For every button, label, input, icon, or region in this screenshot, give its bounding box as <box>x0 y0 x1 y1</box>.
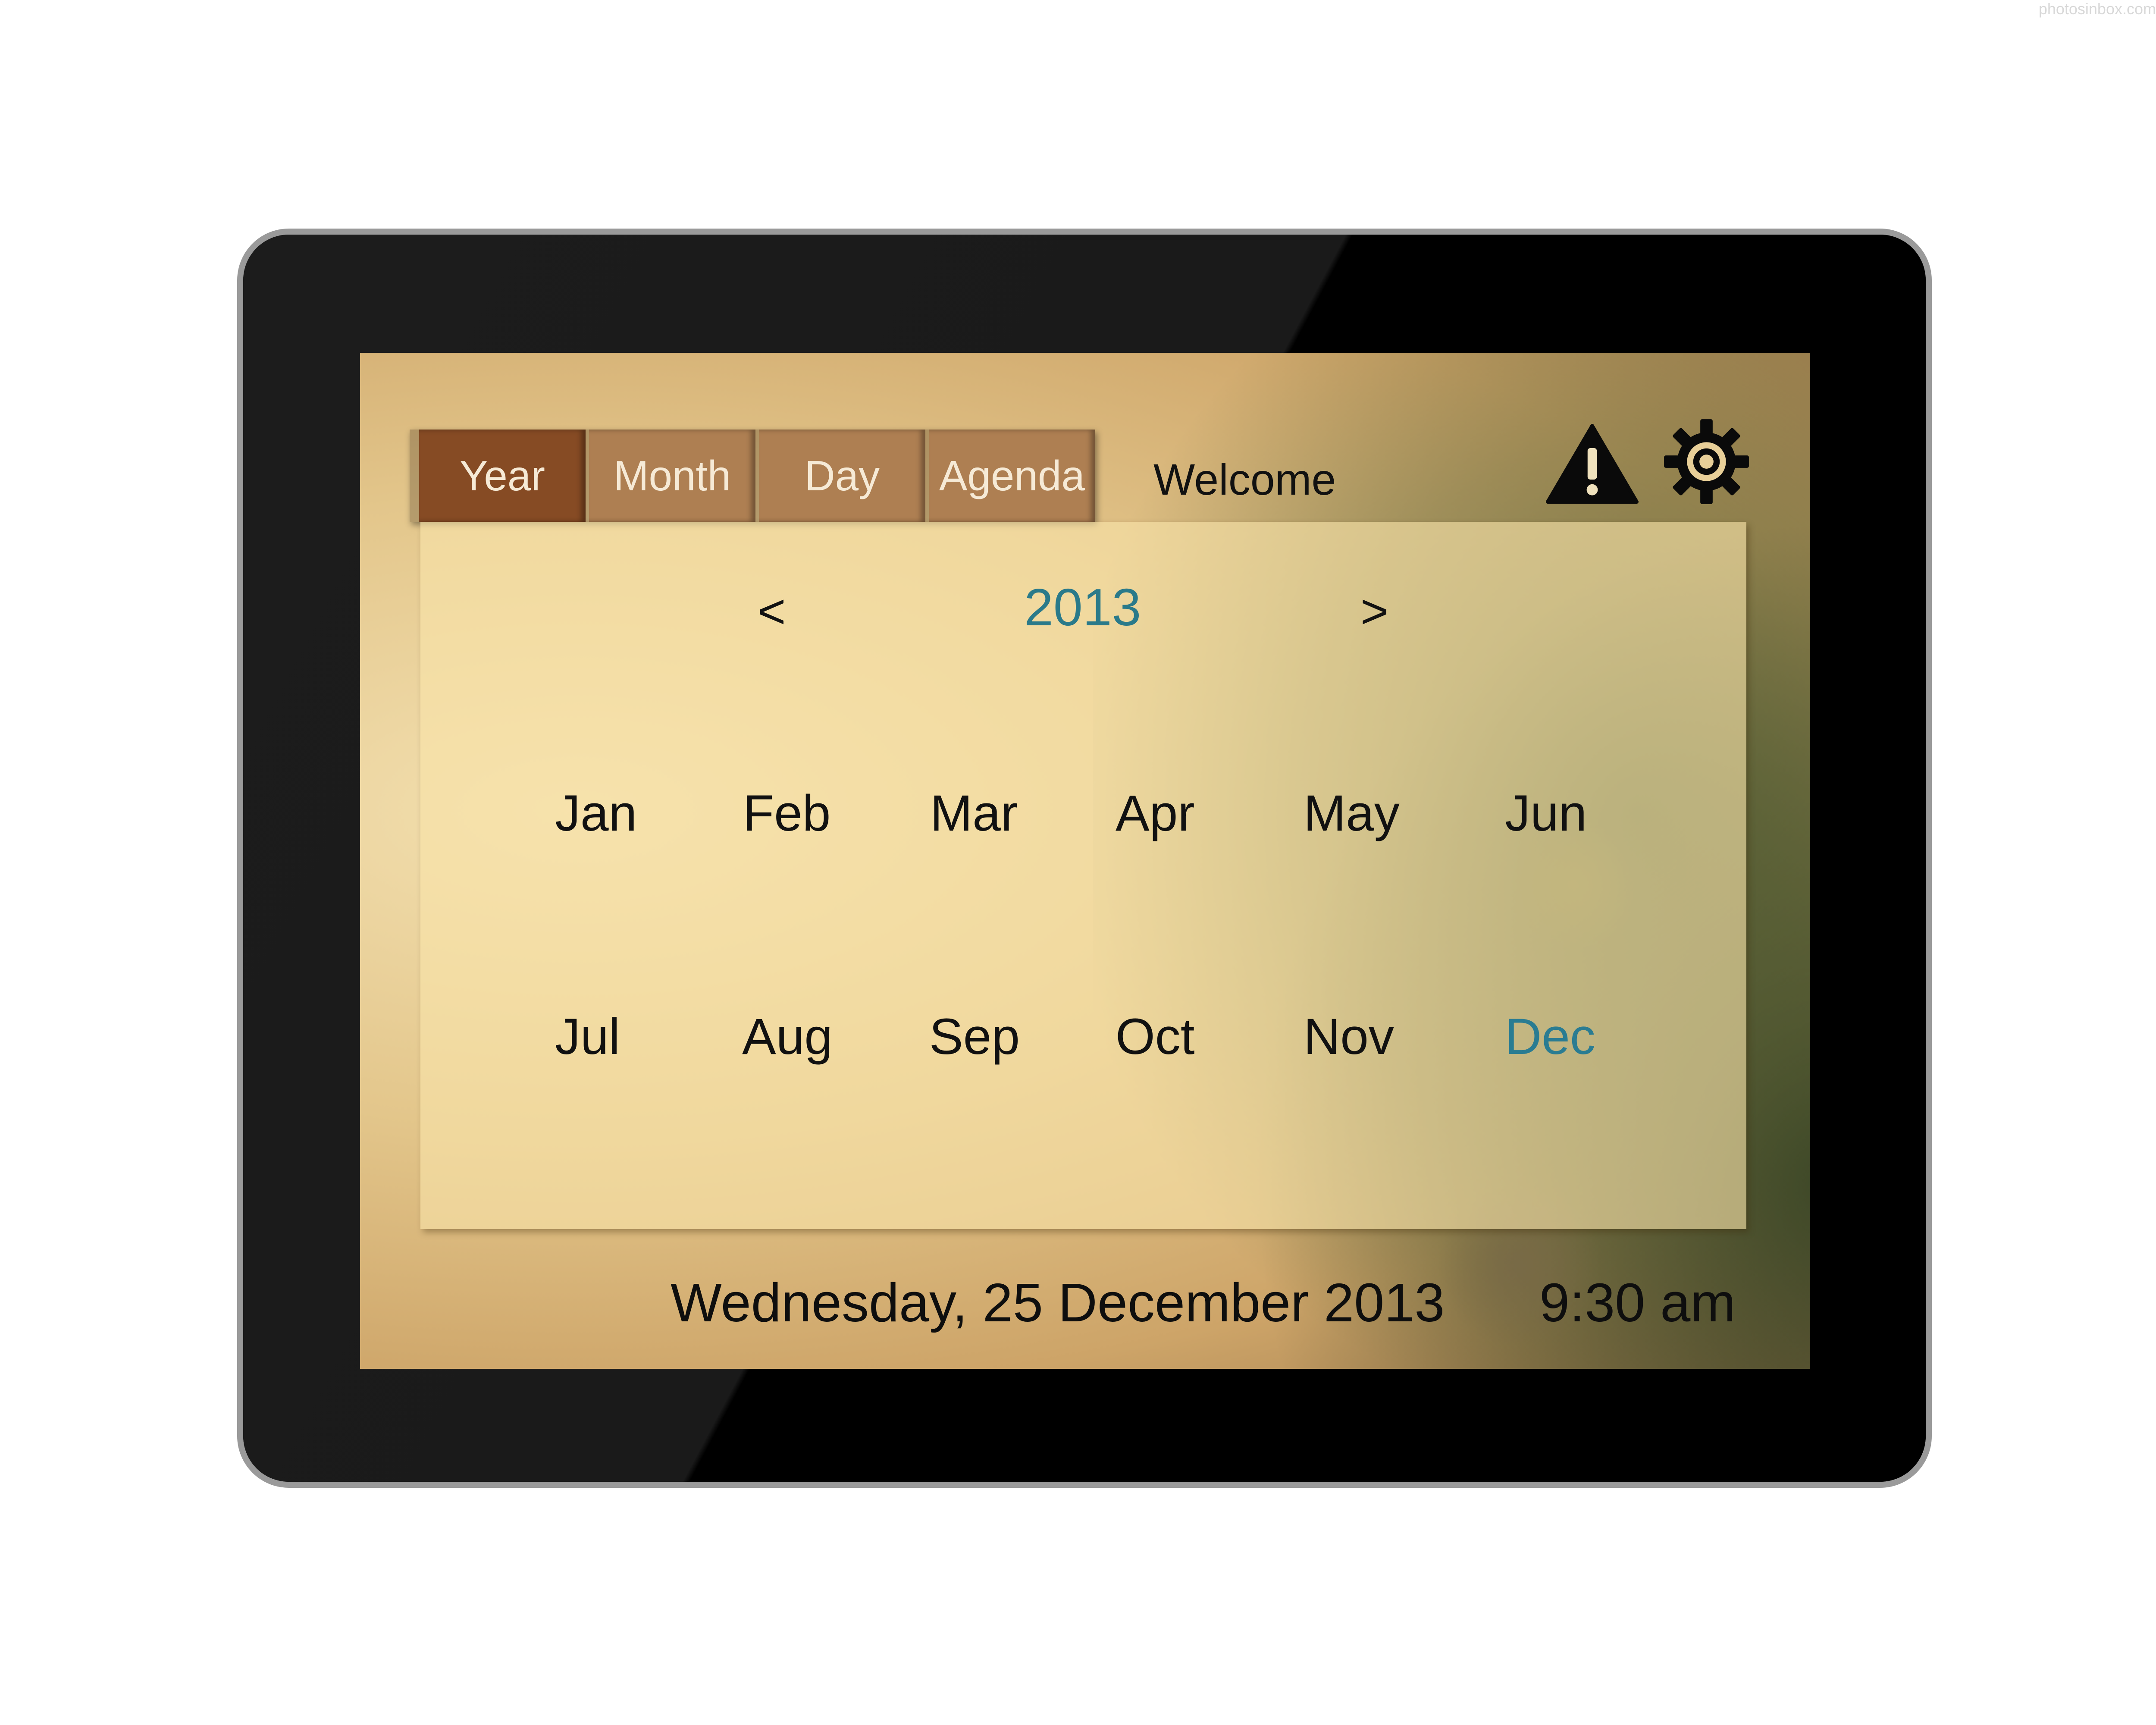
prev-year-button[interactable]: < <box>758 583 786 639</box>
current-time: 9:30 am <box>1539 1272 1736 1333</box>
gear-icon[interactable] <box>1662 417 1751 506</box>
month-sep[interactable]: Sep <box>929 1007 1072 1066</box>
month-jan[interactable]: Jan <box>555 784 697 843</box>
month-mar[interactable]: Mar <box>930 784 1072 843</box>
next-year-button[interactable]: > <box>1360 583 1388 639</box>
month-dec[interactable]: Dec <box>1505 1007 1647 1066</box>
view-tabs: Year Month Day Agenda <box>410 430 1095 522</box>
calendar-screen: Year Month Day Agenda Welcome < 2013 > J… <box>360 353 1810 1369</box>
month-jun[interactable]: Jun <box>1505 784 1647 843</box>
tab-day[interactable]: Day <box>759 430 925 522</box>
year-label: 2013 <box>1024 578 1141 637</box>
month-nov[interactable]: Nov <box>1304 1007 1446 1066</box>
tab-year[interactable]: Year <box>419 430 586 522</box>
month-oct[interactable]: Oct <box>1116 1007 1258 1066</box>
tab-agenda[interactable]: Agenda <box>929 430 1095 522</box>
current-date: Wednesday, 25 December 2013 <box>671 1272 1445 1333</box>
watermark: photosinbox.com <box>2038 0 2156 18</box>
month-aug[interactable]: Aug <box>742 1007 884 1066</box>
month-apr[interactable]: Apr <box>1116 784 1258 843</box>
warning-icon[interactable] <box>1546 424 1639 504</box>
tab-month[interactable]: Month <box>589 430 755 522</box>
month-feb[interactable]: Feb <box>743 784 885 843</box>
welcome-label: Welcome <box>1153 455 1336 504</box>
month-may[interactable]: May <box>1304 784 1446 843</box>
month-jul[interactable]: Jul <box>555 1007 697 1066</box>
